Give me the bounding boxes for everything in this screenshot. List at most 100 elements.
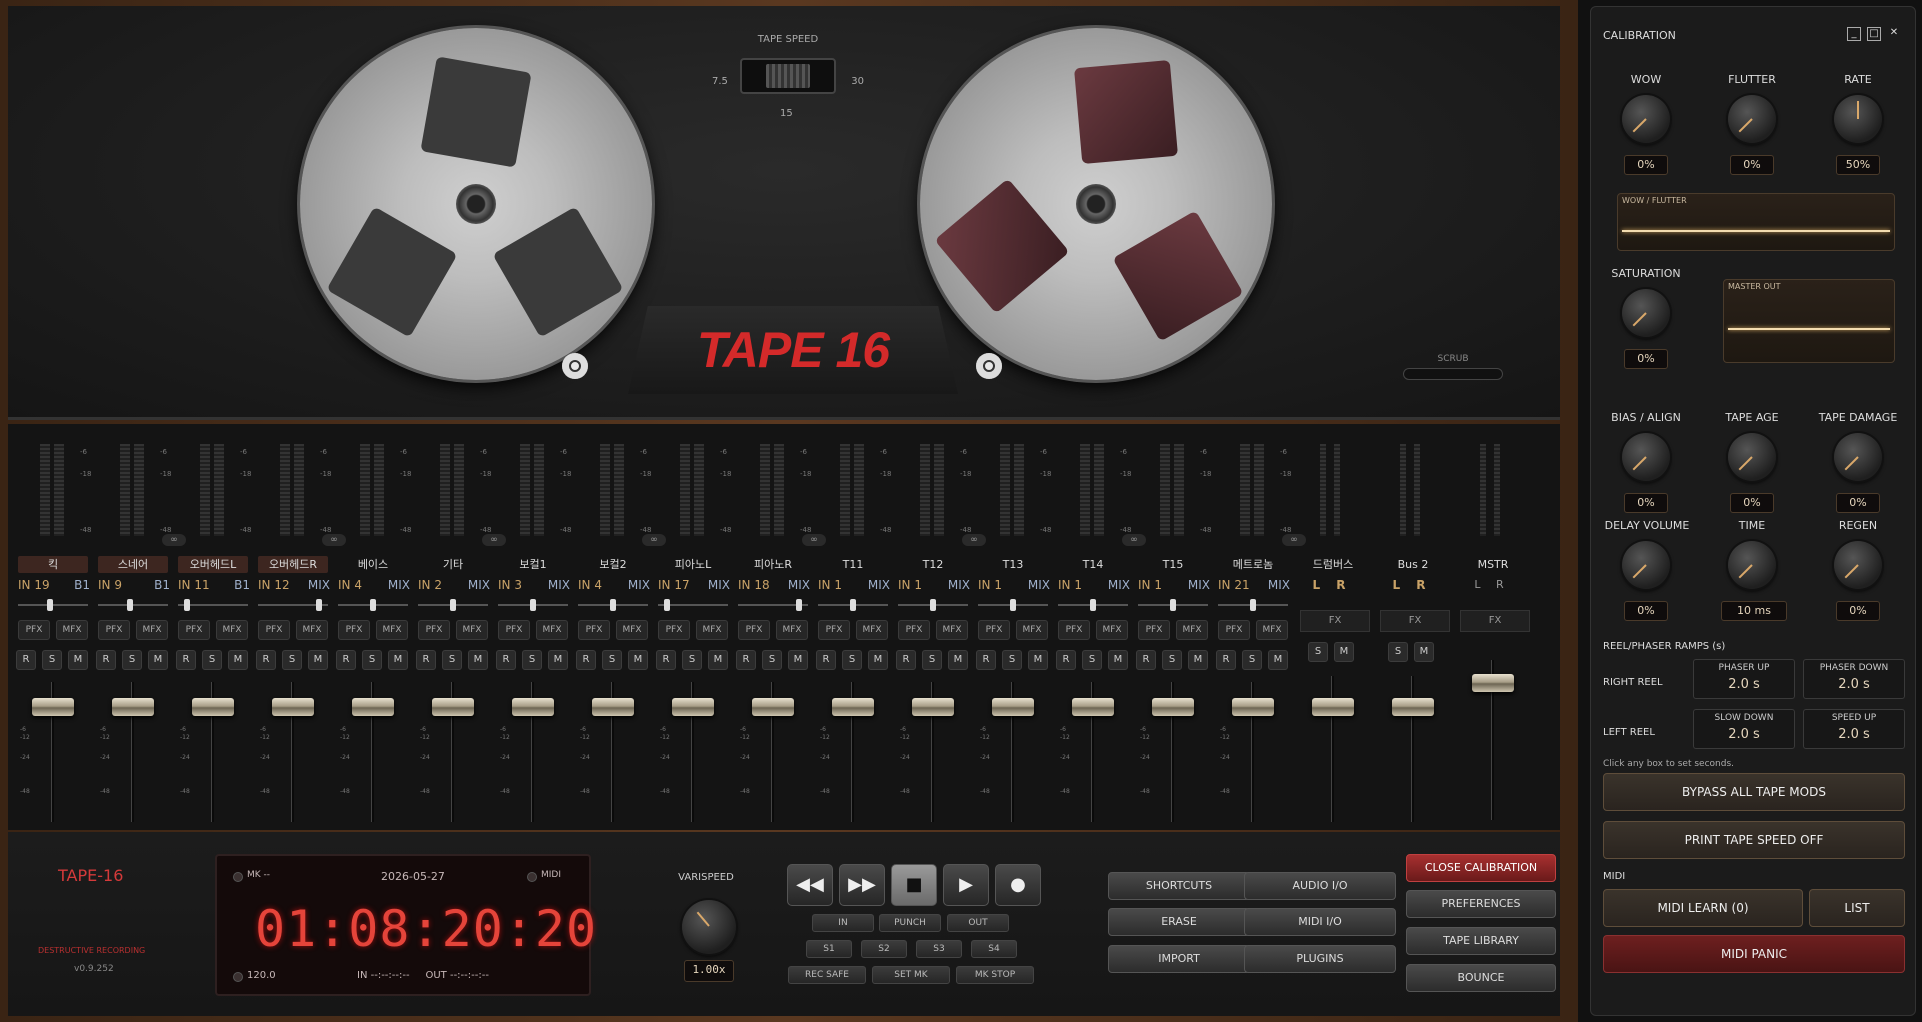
channel-name[interactable]: 오버헤드R [258,556,328,573]
tape-library-button[interactable]: TAPE LIBRARY [1406,927,1556,955]
bypass-tape-mods-button[interactable]: BYPASS ALL TAPE MODS [1603,773,1905,811]
fader-cap[interactable] [992,698,1034,716]
record-arm-button[interactable]: R [496,650,516,670]
mfx-button[interactable]: MFX [776,620,808,640]
bus-fader-cap[interactable] [1472,674,1514,692]
preferences-button[interactable]: PREFERENCES [1406,890,1556,918]
record-arm-button[interactable]: R [1136,650,1156,670]
pfx-button[interactable]: PFX [418,620,450,640]
solo-button[interactable]: S [442,650,462,670]
fast-forward-button[interactable]: ▶▶ [839,864,885,906]
pan-slider[interactable] [738,599,808,611]
stop-button[interactable]: ■ [891,864,937,906]
pan-slider[interactable] [658,599,728,611]
pfx-button[interactable]: PFX [498,620,530,640]
fader-cap[interactable] [1072,698,1114,716]
pfx-button[interactable]: PFX [1138,620,1170,640]
bias-knob[interactable] [1622,433,1670,481]
time-value[interactable]: 10 ms [1721,601,1787,621]
punch-button[interactable]: PUNCH [879,914,941,932]
punch-in-button[interactable]: IN [812,914,874,932]
pfx-button[interactable]: PFX [1058,620,1090,640]
pan-slider[interactable] [818,599,888,611]
record-arm-button[interactable]: R [576,650,596,670]
scrub-slider[interactable] [1403,368,1503,380]
mfx-button[interactable]: MFX [1096,620,1128,640]
solo-button[interactable]: S [762,650,782,670]
fader-cap[interactable] [352,698,394,716]
fader-cap[interactable] [112,698,154,716]
bus-name[interactable]: 드럼버스 [1298,556,1368,573]
varispeed-knob[interactable] [682,900,736,954]
pfx-button[interactable]: PFX [818,620,850,640]
tape-age-knob[interactable] [1728,433,1776,481]
channel-name[interactable]: 오버헤드L [178,556,248,573]
mfx-button[interactable]: MFX [136,620,168,640]
mute-button[interactable]: M [1108,650,1128,670]
pan-slider[interactable] [498,599,568,611]
pan-slider[interactable] [258,599,328,611]
mute-button[interactable]: M [148,650,168,670]
mute-button[interactable]: M [628,650,648,670]
mute-button[interactable]: M [948,650,968,670]
tape-speed-toggle[interactable] [740,58,836,94]
record-arm-button[interactable]: R [416,650,436,670]
erase-button[interactable]: ERASE [1108,908,1250,936]
regen-knob[interactable] [1834,541,1882,589]
bus-fader-cap[interactable] [1392,698,1434,716]
play-button[interactable]: ▶ [943,864,989,906]
set-mk-button[interactable]: SET MK [872,966,950,984]
pan-slider[interactable] [1058,599,1128,611]
mk-stop-button[interactable]: MK STOP [956,966,1034,984]
bus-solo-button[interactable]: S [1388,642,1408,662]
channel-name[interactable]: 메트로놈 [1218,556,1288,573]
record-arm-button[interactable]: R [896,650,916,670]
pan-slider[interactable] [978,599,1048,611]
channel-name[interactable]: T12 [898,556,968,573]
pfx-button[interactable]: PFX [98,620,130,640]
mute-button[interactable]: M [788,650,808,670]
solo-button[interactable]: S [42,650,62,670]
mfx-button[interactable]: MFX [456,620,488,640]
mfx-button[interactable]: MFX [936,620,968,640]
fader-cap[interactable] [1232,698,1274,716]
pfx-button[interactable]: PFX [18,620,50,640]
channel-routing[interactable]: IN 3 MIX [496,578,572,592]
pfx-button[interactable]: PFX [1218,620,1250,640]
channel-routing[interactable]: IN 11 B1 [176,578,252,592]
mfx-button[interactable]: MFX [1176,620,1208,640]
saturation-knob[interactable] [1622,289,1670,337]
channel-routing[interactable]: IN 1 MIX [896,578,972,592]
speed-up-box[interactable]: SPEED UP 2.0 s [1803,709,1905,749]
close-calibration-button[interactable]: CLOSE CALIBRATION [1406,854,1556,882]
solo-button[interactable]: S [522,650,542,670]
mute-button[interactable]: M [308,650,328,670]
channel-name[interactable]: 피아노L [658,556,728,573]
channel-routing[interactable]: IN 1 MIX [816,578,892,592]
mute-button[interactable]: M [468,650,488,670]
channel-routing[interactable]: IN 18 MIX [736,578,812,592]
pan-slider[interactable] [1138,599,1208,611]
bus-fx-button[interactable]: FX [1380,610,1450,632]
mute-button[interactable]: M [68,650,88,670]
regen-value[interactable]: 0% [1836,601,1880,621]
s1-button[interactable]: S1 [806,940,852,958]
channel-name[interactable]: 킥 [18,556,88,573]
record-arm-button[interactable]: R [1216,650,1236,670]
pfx-button[interactable]: PFX [898,620,930,640]
mfx-button[interactable]: MFX [696,620,728,640]
s3-button[interactable]: S3 [916,940,962,958]
channel-name[interactable]: 베이스 [338,556,408,573]
channel-name[interactable]: T14 [1058,556,1128,573]
channel-name[interactable]: T13 [978,556,1048,573]
pan-slider[interactable] [98,599,168,611]
print-tape-speed-button[interactable]: PRINT TAPE SPEED OFF [1603,821,1905,859]
mfx-button[interactable]: MFX [376,620,408,640]
pfx-button[interactable]: PFX [738,620,770,640]
channel-routing[interactable]: IN 1 MIX [976,578,1052,592]
record-arm-button[interactable]: R [256,650,276,670]
wow-value[interactable]: 0% [1624,155,1668,175]
punch-out-button[interactable]: OUT [947,914,1009,932]
minimize-icon[interactable]: _ [1847,27,1861,41]
pan-slider[interactable] [418,599,488,611]
